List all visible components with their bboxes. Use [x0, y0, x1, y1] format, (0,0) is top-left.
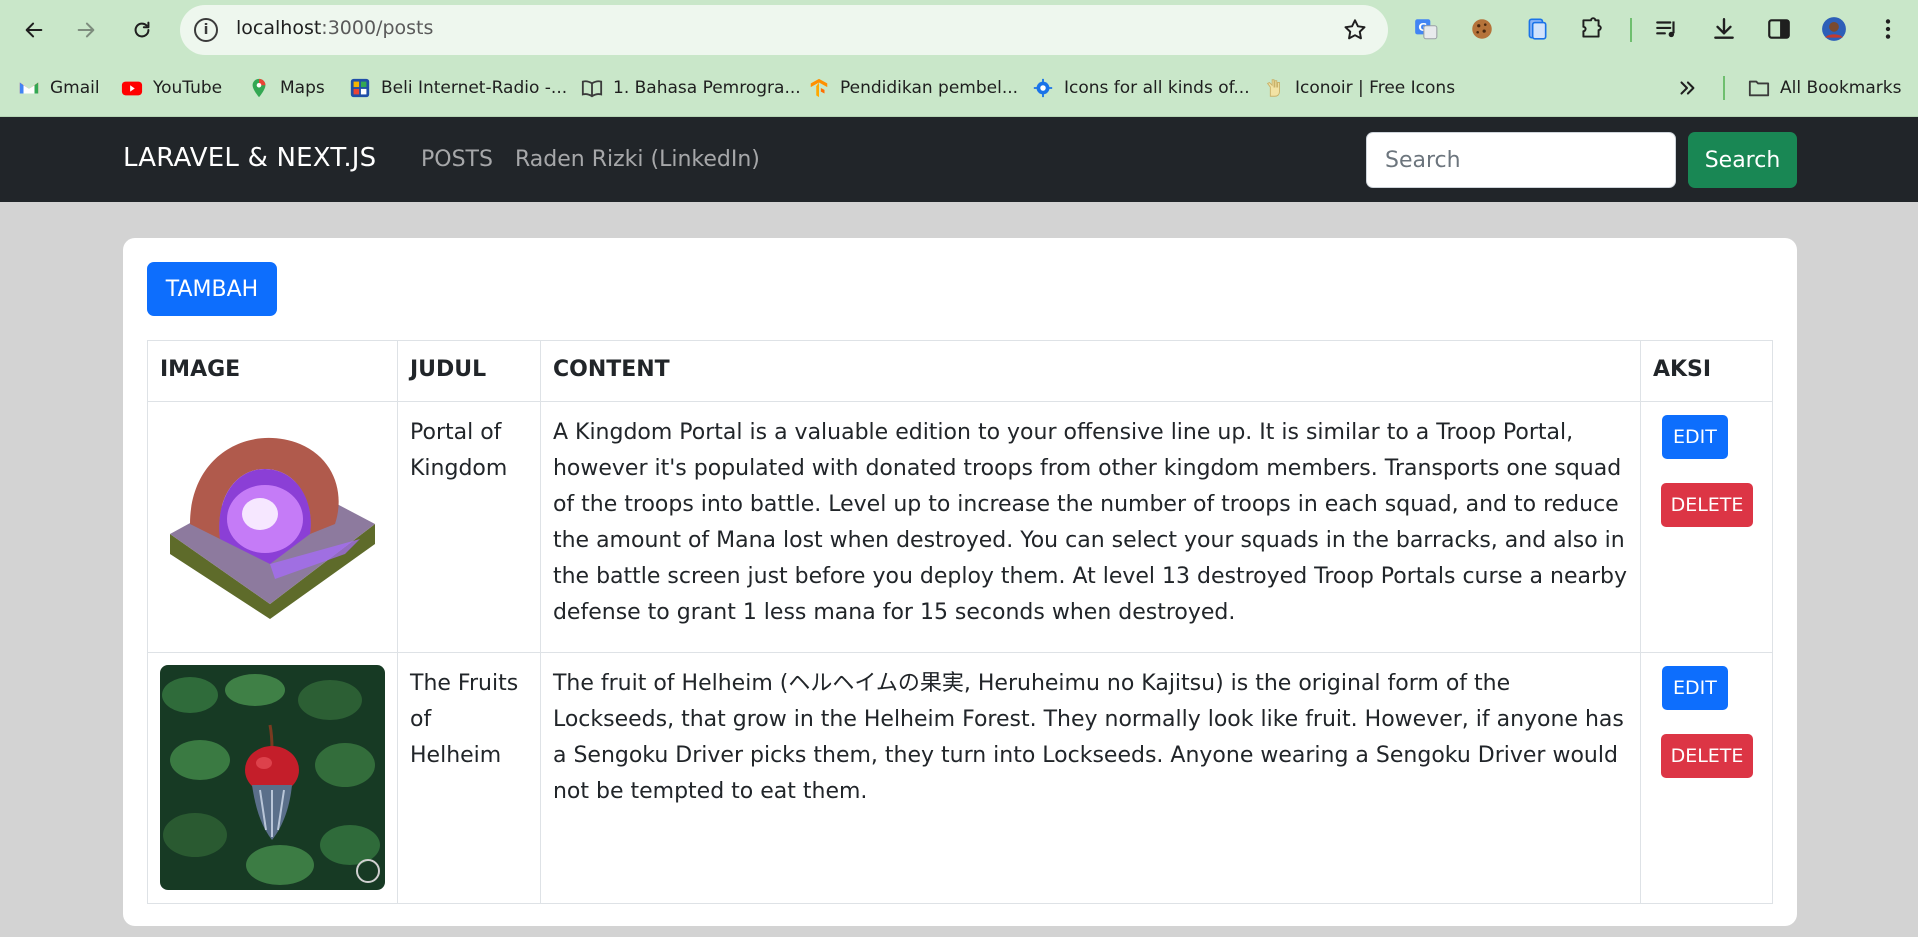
- download-icon[interactable]: [1709, 14, 1739, 44]
- maps-icon: [248, 77, 270, 99]
- toolbar-separator: [1630, 18, 1632, 42]
- book-icon: [581, 77, 603, 99]
- bookmark-gmail[interactable]: Gmail: [18, 74, 100, 102]
- bookmark-youtube[interactable]: YouTube: [121, 74, 222, 102]
- column-header-judul: JUDUL: [397, 340, 541, 402]
- bookmark-radio[interactable]: Beli Internet-Radio -...: [349, 74, 567, 102]
- profile-avatar-icon[interactable]: [1819, 14, 1849, 44]
- site-info-icon[interactable]: i: [194, 18, 218, 42]
- judul-cell: The Fruits of Helheim: [397, 652, 541, 904]
- posts-table: IMAGE JUDUL CONTENT AKSI Portal of Kingd…: [147, 340, 1774, 904]
- app-navbar: LARAVEL & NEXT.JS POSTS Raden Rizki (Lin…: [0, 117, 1918, 202]
- bookmarks-bar: Gmail YouTube Maps Beli Internet-Radio -…: [0, 60, 1918, 117]
- posts-card: TAMBAH IMAGE JUDUL CONTENT AKSI Portal o…: [123, 238, 1797, 926]
- back-icon[interactable]: [16, 12, 52, 48]
- edit-button[interactable]: EDIT: [1661, 666, 1728, 710]
- radio-icon: [349, 77, 371, 99]
- post-image-helheim-fruit: [160, 665, 385, 890]
- content-cell: A Kingdom Portal is a valuable edition t…: [539, 401, 1641, 653]
- side-panel-icon[interactable]: [1764, 14, 1794, 44]
- table-row: The Fruits of Helheim The fruit of Helhe…: [147, 652, 1774, 904]
- icons-site-icon: [1032, 77, 1054, 99]
- judul-cell: Portal of Kingdom: [397, 401, 541, 653]
- image-cell: [147, 652, 398, 904]
- bookmark-icons-site[interactable]: Icons for all kinds of...: [1032, 74, 1250, 102]
- extensions-puzzle-icon[interactable]: [1576, 14, 1606, 44]
- column-header-image: IMAGE: [147, 340, 398, 402]
- search-input[interactable]: [1366, 132, 1676, 188]
- cookie-icon[interactable]: [1467, 14, 1497, 44]
- table-row: Portal of Kingdom A Kingdom Portal is a …: [147, 401, 1774, 653]
- table-header-row: IMAGE JUDUL CONTENT AKSI: [147, 340, 1774, 402]
- media-queue-icon[interactable]: [1652, 14, 1682, 44]
- forward-icon[interactable]: [68, 12, 104, 48]
- tensorflow-icon: [808, 77, 830, 99]
- nav-link-linkedin[interactable]: Raden Rizki (LinkedIn): [515, 147, 760, 172]
- google-translate-icon[interactable]: G: [1411, 14, 1441, 44]
- bookmark-pendidikan[interactable]: Pendidikan pembel...: [808, 74, 1018, 102]
- column-header-aksi: AKSI: [1639, 340, 1774, 402]
- aksi-cell: EDIT DELETE: [1639, 401, 1774, 653]
- column-header-content: CONTENT: [539, 340, 1641, 402]
- chrome-menu-icon[interactable]: [1873, 14, 1903, 44]
- tab-extension-icon[interactable]: [1522, 14, 1552, 44]
- bookmark-star-icon[interactable]: [1342, 17, 1368, 43]
- bookmarks-separator: [1723, 76, 1725, 100]
- navbar-brand[interactable]: LARAVEL & NEXT.JS: [123, 143, 376, 173]
- youtube-icon: [121, 77, 143, 99]
- content-cell: The fruit of Helheim (ヘルヘイムの果実, Heruheim…: [539, 652, 1641, 904]
- gmail-icon: [18, 77, 40, 99]
- bookmark-iconoir[interactable]: Iconoir | Free Icons: [1263, 74, 1455, 102]
- address-bar[interactable]: i localhost:3000/posts: [180, 5, 1388, 55]
- add-post-button[interactable]: TAMBAH: [147, 262, 277, 316]
- iconoir-icon: [1263, 77, 1285, 99]
- reload-icon[interactable]: [124, 12, 160, 48]
- post-image-portal: [160, 414, 385, 639]
- browser-toolbar: i localhost:3000/posts G: [0, 0, 1918, 60]
- delete-button[interactable]: DELETE: [1660, 734, 1753, 778]
- bookmark-bahasa[interactable]: 1. Bahasa Pemrogra...: [581, 74, 801, 102]
- edit-button[interactable]: EDIT: [1661, 415, 1728, 459]
- nav-link-posts[interactable]: POSTS: [421, 147, 493, 172]
- folder-icon: [1748, 77, 1770, 99]
- search-button[interactable]: Search: [1688, 132, 1797, 188]
- image-cell: [147, 401, 398, 653]
- url-text[interactable]: localhost:3000/posts: [236, 17, 433, 39]
- all-bookmarks[interactable]: All Bookmarks: [1748, 74, 1901, 102]
- bookmark-maps[interactable]: Maps: [248, 74, 325, 102]
- aksi-cell: EDIT DELETE: [1639, 652, 1774, 904]
- delete-button[interactable]: DELETE: [1660, 483, 1753, 527]
- bookmarks-overflow-chevron-icon[interactable]: [1676, 74, 1698, 102]
